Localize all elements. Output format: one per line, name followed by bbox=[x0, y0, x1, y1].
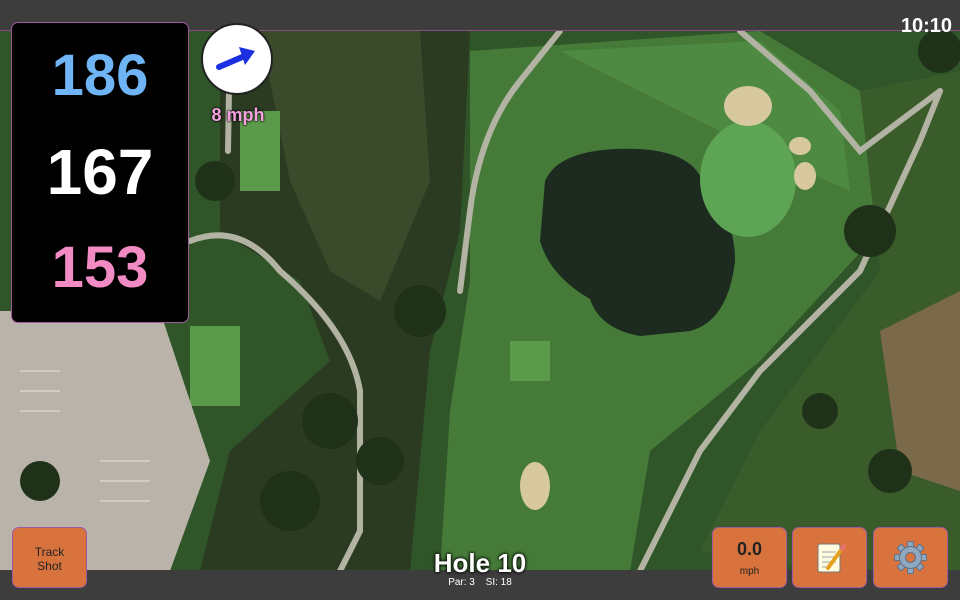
notepad-icon bbox=[817, 543, 846, 573]
speed-unit: mph bbox=[739, 566, 760, 577]
hole-info: Par: 3 SI: 18 bbox=[380, 577, 580, 588]
wind-arrow-icon bbox=[216, 47, 255, 70]
hole-par: Par: 3 bbox=[448, 577, 475, 588]
clock: 10:10 bbox=[900, 15, 952, 37]
hole-stroke-index: SI: 18 bbox=[485, 577, 512, 588]
track-shot-label-1: Track bbox=[34, 545, 65, 559]
front-distance: 153 bbox=[51, 235, 149, 300]
wind-indicator[interactable] bbox=[201, 23, 273, 95]
wind-speed: 8 mph bbox=[211, 105, 265, 125]
notes-button[interactable] bbox=[792, 527, 867, 588]
middle-distance: 167 bbox=[46, 136, 154, 208]
track-shot-label-2: Shot bbox=[37, 559, 62, 573]
speed-button[interactable]: 0.0 mph bbox=[712, 527, 787, 588]
distance-panel: 186 167 153 bbox=[11, 22, 189, 323]
gear-icon bbox=[894, 541, 927, 574]
track-shot-button[interactable]: Track Shot bbox=[12, 527, 87, 588]
speed-value: 0.0 bbox=[736, 539, 763, 559]
back-distance: 186 bbox=[51, 43, 149, 108]
settings-button[interactable] bbox=[873, 527, 948, 588]
hole-title: Hole 10 bbox=[433, 548, 527, 578]
